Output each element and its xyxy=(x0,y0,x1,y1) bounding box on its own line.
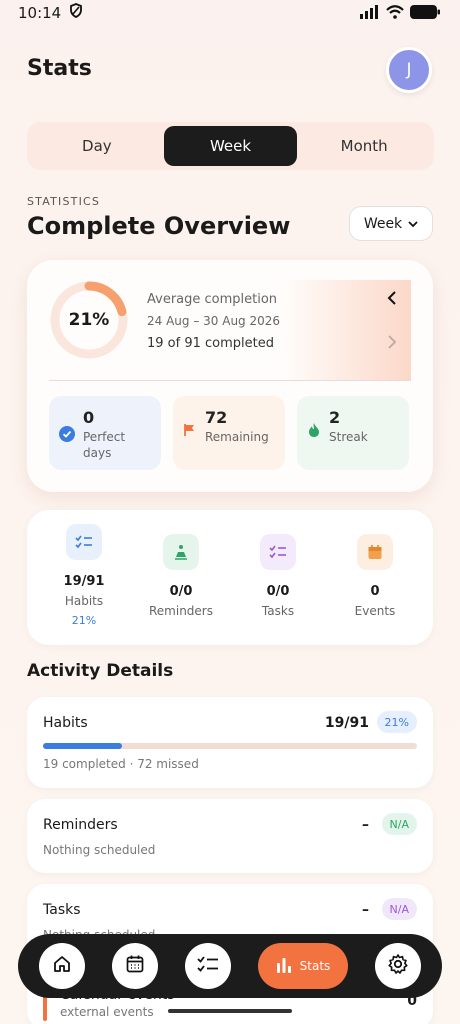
activity-events-summary: external events xyxy=(60,1005,154,1019)
habits-progress-fill xyxy=(43,743,122,749)
completed-count: 19 of 91 completed xyxy=(147,336,274,351)
overview-card: 21% Average completion 24 Aug – 30 Aug 2… xyxy=(27,260,433,492)
checklist-icon xyxy=(197,955,219,977)
activity-habits-name: Habits xyxy=(43,715,88,731)
count-events[interactable]: 0 Events xyxy=(330,534,420,618)
avatar[interactable]: J xyxy=(386,47,432,93)
tab-settings[interactable] xyxy=(375,943,421,989)
habits-icon xyxy=(66,524,102,560)
stat-streak: 2 Streak xyxy=(297,396,409,470)
calendar-icon xyxy=(357,534,393,570)
tab-calendar[interactable] xyxy=(112,943,158,989)
wifi-icon xyxy=(386,4,404,23)
activity-reminders-summary: Nothing scheduled xyxy=(43,843,156,857)
activity-habits-count: 19/91 xyxy=(324,715,369,731)
events-count: 0 xyxy=(370,584,380,599)
chevron-left-icon[interactable] xyxy=(387,290,397,309)
segment-week[interactable]: Week xyxy=(163,126,298,166)
tab-home[interactable] xyxy=(39,943,85,989)
home-indicator xyxy=(168,1009,292,1013)
habits-percent: 21% xyxy=(71,614,97,627)
chevron-down-icon xyxy=(408,216,418,232)
tasks-count: 0/0 xyxy=(266,584,290,599)
gear-icon xyxy=(387,953,409,979)
period-segmented-control: Day Week Month xyxy=(27,122,434,170)
habits-label: Habits xyxy=(64,594,104,608)
activity-tasks-name: Tasks xyxy=(43,902,81,918)
remaining-label: Remaining xyxy=(205,430,269,444)
check-circle-icon xyxy=(59,426,75,458)
stat-perfect-days: 0 Perfect days xyxy=(49,396,161,470)
tasks-icon xyxy=(260,534,296,570)
streak-label: Streak xyxy=(329,430,368,444)
count-tasks[interactable]: 0/0 Tasks xyxy=(233,534,323,618)
page-title: Stats xyxy=(27,56,92,81)
count-reminders[interactable]: 0/0 Reminders xyxy=(136,534,226,618)
flame-icon xyxy=(307,422,321,458)
perfect-days-value: 0 xyxy=(83,408,95,427)
chevron-right-icon[interactable] xyxy=(387,334,397,353)
activity-tasks-count: – xyxy=(362,902,369,918)
signal-icon xyxy=(360,4,380,23)
tab-tasks[interactable] xyxy=(185,943,231,989)
flag-icon xyxy=(183,422,197,458)
activity-reminders-badge: N/A xyxy=(381,813,417,835)
streak-value: 2 xyxy=(329,408,341,427)
bar-chart-icon xyxy=(276,957,292,976)
date-range: 24 Aug – 30 Aug 2026 xyxy=(147,314,281,328)
section-eyebrow: STATISTICS xyxy=(27,195,101,208)
segment-day[interactable]: Day xyxy=(30,126,164,166)
section-title: Complete Overview xyxy=(27,212,291,240)
activity-reminders-name: Reminders xyxy=(43,817,118,833)
activity-details-title: Activity Details xyxy=(27,661,174,681)
habits-count: 19/91 xyxy=(63,574,105,589)
divider xyxy=(49,380,411,381)
calendar-grid-icon xyxy=(125,954,145,978)
status-bar-left: 10:14 xyxy=(18,3,83,22)
tab-stats[interactable]: Stats xyxy=(258,943,348,989)
category-counts-card: 19/91 Habits 21% 0/0 Reminders 0/0 Tasks… xyxy=(27,510,433,645)
completion-percent: 21% xyxy=(68,310,110,330)
period-dropdown[interactable]: Week xyxy=(349,206,433,241)
avatar-initial: J xyxy=(406,60,412,80)
activity-habits-summary: 19 completed · 72 missed xyxy=(43,757,199,771)
tasks-label: Tasks xyxy=(261,604,295,618)
period-dropdown-label: Week xyxy=(363,215,403,232)
bottom-tab-bar: Stats xyxy=(18,934,442,998)
status-time: 10:14 xyxy=(18,3,62,22)
habits-progress-bar xyxy=(43,743,417,749)
shield-icon xyxy=(69,3,83,22)
count-habits[interactable]: 19/91 Habits 21% xyxy=(39,524,129,627)
reminders-icon xyxy=(163,534,199,570)
remaining-value: 72 xyxy=(205,408,228,427)
battery-icon xyxy=(410,4,440,23)
events-label: Events xyxy=(354,604,396,618)
stat-remaining: 72 Remaining xyxy=(173,396,285,470)
reminders-label: Reminders xyxy=(149,604,213,618)
activity-habits-badge: 21% xyxy=(376,711,417,733)
average-completion-label: Average completion xyxy=(147,292,278,307)
home-icon xyxy=(52,954,72,978)
tab-stats-label: Stats xyxy=(299,959,331,973)
perfect-days-label: Perfect days xyxy=(83,430,126,460)
activity-reminders-count: – xyxy=(362,817,369,833)
status-bar-right xyxy=(360,4,440,23)
segment-month[interactable]: Month xyxy=(297,126,431,166)
reminders-count: 0/0 xyxy=(169,584,193,599)
activity-tasks-badge: N/A xyxy=(381,898,417,920)
activity-card-reminders[interactable]: Reminders – N/A Nothing scheduled xyxy=(27,799,433,873)
activity-card-habits[interactable]: Habits 19/91 21% 19 completed · 72 misse… xyxy=(27,697,433,788)
